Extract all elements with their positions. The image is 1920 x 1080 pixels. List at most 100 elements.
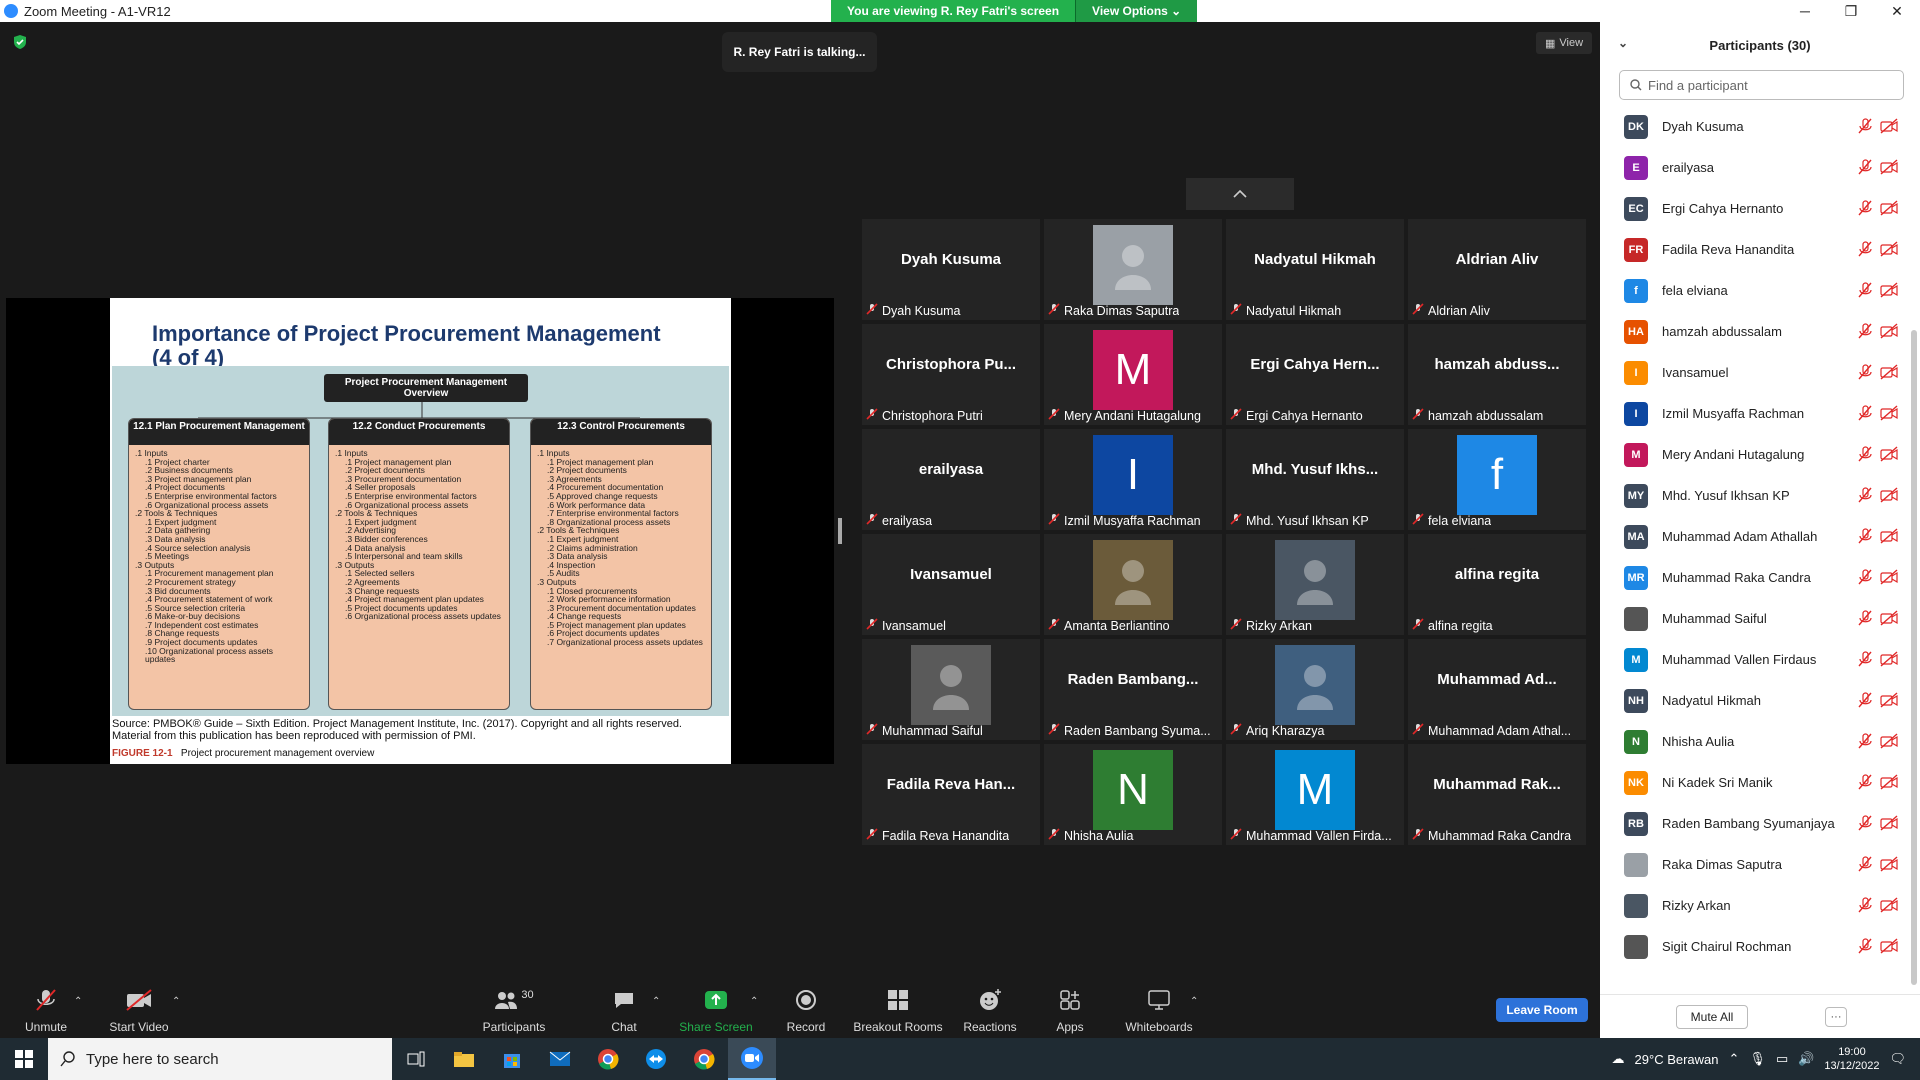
- participant-row[interactable]: f fela elviana: [1600, 270, 1908, 311]
- breakout-rooms-button[interactable]: Breakout Rooms: [852, 978, 944, 1038]
- muted-mic-icon[interactable]: [1858, 774, 1872, 790]
- participant-tile[interactable]: Ivansamuel Ivansamuel: [862, 534, 1040, 635]
- video-off-icon[interactable]: [1880, 610, 1898, 626]
- participant-row[interactable]: Raka Dimas Saputra: [1600, 844, 1908, 885]
- participant-tile[interactable]: Muhammad Rak... Muhammad Raka Candra: [1408, 744, 1586, 845]
- weather-icon[interactable]: ☁: [1612, 1051, 1625, 1067]
- collapse-chevron-icon[interactable]: ⌄: [1618, 36, 1628, 50]
- participant-tile[interactable]: Nadyatul Hikmah Nadyatul Hikmah: [1226, 219, 1404, 320]
- participant-row[interactable]: Rizky Arkan: [1600, 885, 1908, 926]
- task-view-icon[interactable]: [392, 1038, 440, 1080]
- muted-mic-icon[interactable]: [1858, 733, 1872, 749]
- participant-row[interactable]: EC Ergi Cahya Hernanto: [1600, 188, 1908, 229]
- video-off-icon[interactable]: [1880, 528, 1898, 544]
- participants-button[interactable]: 30 Participants: [478, 978, 550, 1038]
- participant-row[interactable]: N Nhisha Aulia: [1600, 721, 1908, 762]
- video-off-icon[interactable]: [1880, 938, 1898, 954]
- video-off-icon[interactable]: [1880, 405, 1898, 421]
- participant-tile[interactable]: Ariq Kharazya: [1226, 639, 1404, 740]
- shared-screen[interactable]: Importance of Project Procurement Manage…: [6, 298, 834, 764]
- participant-list-scrollbar[interactable]: [1911, 330, 1917, 985]
- muted-mic-icon[interactable]: [1858, 241, 1872, 257]
- participant-row[interactable]: NK Ni Kadek Sri Manik: [1600, 762, 1908, 803]
- chat-button[interactable]: Chat: [602, 978, 646, 1038]
- clock[interactable]: 19:00 13/12/2022: [1824, 1045, 1879, 1073]
- video-off-icon[interactable]: [1880, 733, 1898, 749]
- teamviewer-icon[interactable]: [632, 1038, 680, 1080]
- participant-row[interactable]: I Izmil Musyaffa Rachman: [1600, 393, 1908, 434]
- maximize-button[interactable]: ❐: [1828, 0, 1874, 22]
- video-off-icon[interactable]: [1880, 118, 1898, 134]
- participant-search-input[interactable]: Find a participant: [1619, 70, 1904, 100]
- leave-room-button[interactable]: Leave Room: [1496, 998, 1588, 1022]
- share-options-caret[interactable]: ⌃: [750, 996, 758, 1007]
- participant-row[interactable]: Eerailyasa: [1600, 147, 1908, 188]
- muted-mic-icon[interactable]: [1858, 528, 1872, 544]
- file-explorer-icon[interactable]: [440, 1038, 488, 1080]
- notifications-icon[interactable]: 🗨: [1889, 1051, 1906, 1067]
- participant-row[interactable]: MY Mhd. Yusuf Ikhsan KP: [1600, 475, 1908, 516]
- participant-row[interactable]: Sigit Chairul Rochman: [1600, 926, 1908, 967]
- participant-tile[interactable]: Mhd. Yusuf Ikhs... Mhd. Yusuf Ikhsan KP: [1226, 429, 1404, 530]
- muted-mic-icon[interactable]: [1858, 856, 1872, 872]
- participant-tile[interactable]: hamzah abduss... hamzah abdussalam: [1408, 324, 1586, 425]
- share-screen-button[interactable]: Share Screen: [678, 978, 754, 1038]
- video-off-icon[interactable]: [1880, 487, 1898, 503]
- view-options-button[interactable]: View Options ⌄: [1075, 0, 1198, 22]
- video-off-icon[interactable]: [1880, 569, 1898, 585]
- volume-icon[interactable]: 🔊: [1798, 1051, 1814, 1067]
- muted-mic-icon[interactable]: [1858, 405, 1872, 421]
- muted-mic-icon[interactable]: [1858, 323, 1872, 339]
- muted-mic-icon[interactable]: [1858, 610, 1872, 626]
- mute-all-button[interactable]: Mute All: [1676, 1005, 1748, 1029]
- participant-tile[interactable]: Raden Bambang... Raden Bambang Syuma...: [1044, 639, 1222, 740]
- muted-mic-icon[interactable]: [1858, 159, 1872, 175]
- video-off-icon[interactable]: [1880, 815, 1898, 831]
- close-button[interactable]: ✕: [1874, 0, 1920, 22]
- more-options-button[interactable]: ···: [1825, 1007, 1847, 1027]
- muted-mic-icon[interactable]: [1858, 282, 1872, 298]
- network-icon[interactable]: ▭: [1776, 1051, 1788, 1067]
- muted-mic-icon[interactable]: [1858, 938, 1872, 954]
- apps-button[interactable]: Apps: [1052, 978, 1088, 1038]
- video-options-caret[interactable]: ⌃: [172, 996, 180, 1007]
- participant-tile[interactable]: I Izmil Musyaffa Rachman: [1044, 429, 1222, 530]
- whiteboards-button[interactable]: Whiteboards: [1124, 978, 1194, 1038]
- video-off-icon[interactable]: [1880, 692, 1898, 708]
- microphone-tray-icon[interactable]: 🎙: [1749, 1051, 1766, 1067]
- muted-mic-icon[interactable]: [1858, 651, 1872, 667]
- muted-mic-icon[interactable]: [1858, 364, 1872, 380]
- participant-tile[interactable]: erailyasa erailyasa: [862, 429, 1040, 530]
- participant-tile[interactable]: Christophora Pu... Christophora Putri: [862, 324, 1040, 425]
- minimize-button[interactable]: ─: [1782, 0, 1828, 22]
- video-off-icon[interactable]: [1880, 856, 1898, 872]
- muted-mic-icon[interactable]: [1858, 118, 1872, 134]
- muted-mic-icon[interactable]: [1858, 446, 1872, 462]
- participant-row[interactable]: DK Dyah Kusuma: [1600, 106, 1908, 147]
- participant-tile[interactable]: Muhammad Saiful: [862, 639, 1040, 740]
- chat-options-caret[interactable]: ⌃: [652, 996, 660, 1007]
- participant-row[interactable]: M Muhammad Vallen Firdaus: [1600, 639, 1908, 680]
- participant-tile[interactable]: Fadila Reva Han... Fadila Reva Hanandita: [862, 744, 1040, 845]
- participant-tile[interactable]: f fela elviana: [1408, 429, 1586, 530]
- participant-tile[interactable]: Dyah Kusuma Dyah Kusuma: [862, 219, 1040, 320]
- participant-tile[interactable]: alfina regita alfina regita: [1408, 534, 1586, 635]
- participant-row[interactable]: HA hamzah abdussalam: [1600, 311, 1908, 352]
- audio-options-caret[interactable]: ⌃: [74, 996, 82, 1007]
- muted-mic-icon[interactable]: [1858, 897, 1872, 913]
- participant-row[interactable]: Muhammad Saiful: [1600, 598, 1908, 639]
- microsoft-store-icon[interactable]: [488, 1038, 536, 1080]
- security-shield-icon[interactable]: [12, 34, 28, 50]
- participant-row[interactable]: MA Muhammad Adam Athallah: [1600, 516, 1908, 557]
- weather-label[interactable]: 29°C Berawan: [1635, 1052, 1719, 1067]
- muted-mic-icon[interactable]: [1858, 692, 1872, 708]
- video-off-icon[interactable]: [1880, 200, 1898, 216]
- mail-icon[interactable]: [536, 1038, 584, 1080]
- participant-row[interactable]: FR Fadila Reva Hanandita: [1600, 229, 1908, 270]
- participant-tile[interactable]: Amanta Berliantino: [1044, 534, 1222, 635]
- start-button[interactable]: [0, 1038, 48, 1080]
- participant-row[interactable]: M Mery Andani Hutagalung: [1600, 434, 1908, 475]
- scroll-up-button[interactable]: [1186, 178, 1294, 210]
- video-off-icon[interactable]: [1880, 774, 1898, 790]
- view-button[interactable]: ▦ View: [1536, 32, 1592, 54]
